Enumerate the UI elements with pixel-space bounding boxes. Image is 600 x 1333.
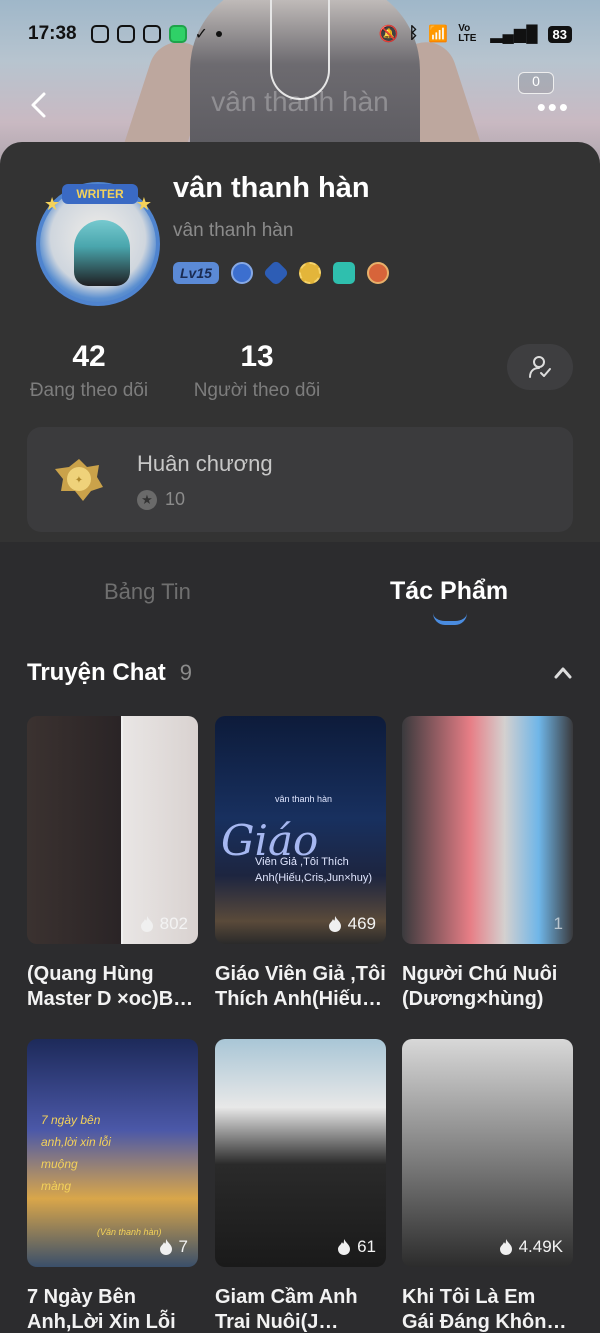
story-title: Người Chú Nuôi (Dương×hùng) bbox=[402, 963, 558, 1010]
story-cover: 61 bbox=[215, 1039, 386, 1267]
medals-count: ★ 10 bbox=[137, 489, 185, 510]
views-value: 1 bbox=[553, 914, 563, 933]
views-value: 4.49K bbox=[518, 1237, 563, 1256]
following-stat[interactable]: 42 Đang theo dõi bbox=[26, 340, 152, 402]
dot-icon bbox=[216, 31, 223, 37]
profile-card: WRITER ★ ★ vân thanh hàn vân thanh hàn L… bbox=[0, 142, 600, 542]
teal-badge-icon[interactable] bbox=[332, 262, 355, 284]
signal-icon: ▂▄▆█ bbox=[490, 26, 538, 43]
star-icon: ★ bbox=[135, 194, 152, 214]
hexagon-badge-icon[interactable] bbox=[262, 259, 290, 287]
profile-username: vân thanh hàn bbox=[173, 220, 294, 241]
medals-panel[interactable]: ✦ Huân chương ★ 10 bbox=[27, 427, 573, 532]
more-options-icon[interactable]: ••• bbox=[537, 92, 570, 123]
star-icon: ★ bbox=[44, 194, 61, 214]
story-card[interactable]: 802 (Quang Hùng Master D ×oc)B… bbox=[27, 716, 198, 1012]
story-card[interactable]: 61 Giam Cầm Anh Trai Nuôi(J… bbox=[215, 1039, 386, 1333]
views-count: 469 bbox=[328, 914, 376, 934]
medal-icon: ✦ bbox=[55, 459, 103, 501]
story-card[interactable]: 1 Người Chú Nuôi (Dương×hùng) bbox=[402, 716, 573, 1012]
network-label: Vo LTE bbox=[458, 23, 477, 44]
section-header: Truyện Chat 9 bbox=[27, 655, 573, 691]
tab-feed[interactable]: Bảng Tin bbox=[104, 579, 191, 605]
cover-subtitle: Viên Giả ,Tôi Thích Anh(Hiếu,Cris,Jun×hu… bbox=[255, 856, 373, 884]
profile-name: vân thanh hàn bbox=[173, 172, 370, 204]
followers-label: Người theo dõi bbox=[193, 380, 321, 401]
tab-works[interactable]: Tác Phẩm bbox=[390, 577, 508, 606]
follow-button[interactable] bbox=[507, 344, 573, 390]
views-value: 61 bbox=[357, 1237, 376, 1256]
story-title: (Quang Hùng Master D ×oc)B… bbox=[27, 963, 194, 1010]
content-tabs: Bảng Tin Tác Phẩm bbox=[0, 565, 600, 635]
mute-icon: 🔕 bbox=[378, 26, 399, 43]
views-count: 61 bbox=[337, 1237, 376, 1257]
story-card[interactable]: 7 ngày bên anh,lời xin lỗi muộng màng (V… bbox=[27, 1039, 198, 1333]
flame-icon bbox=[338, 1239, 351, 1255]
section-count: 9 bbox=[179, 660, 192, 685]
chevron-up-icon[interactable] bbox=[553, 663, 573, 683]
views-count: 7 bbox=[159, 1237, 188, 1257]
status-bar: 17:38 ✓ 🔕 ᛒ 📶 Vo LTE ▂▄▆█ 83 bbox=[0, 0, 600, 68]
check-icon: ✓ bbox=[194, 26, 209, 43]
views-value: 7 bbox=[178, 1237, 188, 1256]
followers-count: 13 bbox=[240, 340, 274, 373]
views-count: 4.49K bbox=[499, 1237, 563, 1257]
medal-badge-icon[interactable] bbox=[366, 262, 389, 284]
story-card[interactable]: vân thanh hàn Giáo Viên Giả ,Tôi Thích A… bbox=[215, 716, 386, 1012]
story-cover: 7 ngày bên anh,lời xin lỗi muộng màng (V… bbox=[27, 1039, 198, 1267]
followers-stat[interactable]: 13 Người theo dõi bbox=[190, 340, 324, 402]
svg-text:✦: ✦ bbox=[75, 475, 83, 486]
header-title: vân thanh hàn bbox=[211, 86, 389, 117]
battery-indicator: 83 bbox=[547, 25, 572, 43]
badge-row: Lv15 bbox=[173, 259, 389, 287]
medals-count-value: 10 bbox=[165, 489, 186, 509]
sun-badge-icon[interactable] bbox=[298, 262, 321, 284]
flame-icon bbox=[159, 1239, 172, 1255]
story-cover: 4.49K bbox=[402, 1039, 573, 1267]
instagram-icon bbox=[116, 25, 135, 43]
cover-author: (Vân thanh hàn) bbox=[97, 1227, 162, 1237]
avatar-frame-label: WRITER bbox=[62, 184, 138, 204]
section-title: Truyện Chat bbox=[27, 659, 166, 686]
views-value: 802 bbox=[159, 914, 188, 933]
story-title: 7 Ngày Bên Anh,Lời Xin Lỗi … bbox=[27, 1286, 176, 1333]
story-cover: 802 bbox=[27, 716, 198, 944]
user-check-icon bbox=[529, 356, 551, 378]
notification-badge: 0 bbox=[518, 72, 554, 94]
status-time: 17:38 bbox=[28, 23, 77, 44]
views-count: 1 bbox=[554, 914, 563, 934]
active-tab-indicator bbox=[433, 613, 467, 625]
cover-title: 7 ngày bên anh,lời xin lỗi muộng màng bbox=[41, 1113, 111, 1193]
story-cover: 1 bbox=[402, 716, 573, 944]
story-title: Giáo Viên Giả ,Tôi Thích Anh(Hiếu… bbox=[215, 963, 386, 1010]
medals-title: Huân chương bbox=[137, 451, 273, 476]
blue-badge-icon[interactable] bbox=[230, 262, 253, 284]
instagram-icon bbox=[90, 25, 109, 43]
views-count: 802 bbox=[140, 914, 188, 934]
flame-icon bbox=[328, 916, 341, 932]
top-nav: vân thanh hàn 0 ••• bbox=[0, 72, 600, 130]
level-badge[interactable]: Lv15 bbox=[173, 262, 219, 284]
instagram-icon bbox=[142, 25, 161, 43]
story-title: Giam Cầm Anh Trai Nuôi(J… bbox=[215, 1286, 358, 1333]
cover-divider bbox=[121, 716, 123, 944]
flame-icon bbox=[499, 1239, 512, 1255]
flame-icon bbox=[140, 916, 153, 932]
views-value: 469 bbox=[347, 914, 376, 933]
notification-icons: ✓ bbox=[90, 24, 223, 44]
story-cover: vân thanh hàn Giáo Viên Giả ,Tôi Thích A… bbox=[215, 716, 386, 944]
app-icon bbox=[168, 25, 187, 43]
bluetooth-icon: ᛒ bbox=[408, 25, 419, 42]
following-label: Đang theo dõi bbox=[29, 380, 149, 401]
following-count: 42 bbox=[72, 340, 106, 373]
system-icons: 🔕 ᛒ 📶 Vo LTE ▂▄▆█ 83 bbox=[379, 24, 572, 44]
star-icon: ★ bbox=[137, 489, 157, 510]
cover-author: vân thanh hàn bbox=[275, 794, 333, 804]
avatar[interactable]: WRITER ★ ★ bbox=[36, 182, 160, 306]
avatar-image bbox=[74, 220, 130, 286]
story-title: Khi Tôi Là Em Gái Đáng Khôn… bbox=[402, 1286, 567, 1333]
story-card[interactable]: 4.49K Khi Tôi Là Em Gái Đáng Khôn… bbox=[402, 1039, 573, 1333]
wifi-icon: 📶 bbox=[428, 26, 449, 43]
